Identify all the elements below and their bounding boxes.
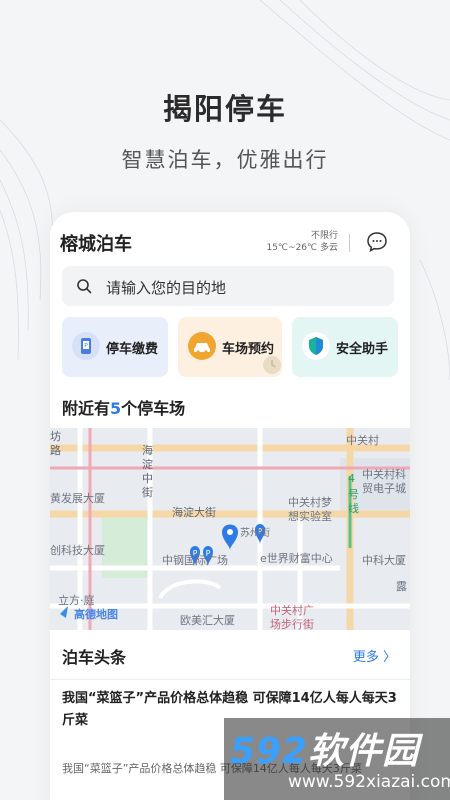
- map-label: 创科技大厦: [50, 544, 105, 557]
- divider: [349, 234, 350, 252]
- hero-banner: 揭阳停车 智慧泊车，优雅出行: [0, 0, 450, 210]
- watermark-logo-number: 592: [230, 731, 309, 772]
- map-base: P P P: [50, 428, 410, 630]
- map-label: 想实验室: [288, 510, 332, 523]
- parking-map[interactable]: P P P 坊 路 海 淀 中 街 中关村 中关村科 贸电子城 黄发展大厦 4: [50, 428, 410, 630]
- hero-title: 揭阳停车: [162, 92, 287, 126]
- watermark-logo: 592软件园: [230, 722, 419, 774]
- safety-assistant-button[interactable]: 安全助手: [292, 317, 398, 377]
- clock-icon: [263, 356, 281, 374]
- more-news-link[interactable]: 更多 〉: [353, 646, 396, 665]
- watermark-logo-text: 软件园: [308, 731, 420, 772]
- chat-bubble-icon[interactable]: [366, 231, 388, 253]
- temperature-text: 15℃~26℃ 多云: [266, 243, 338, 253]
- nearby-count: 5: [110, 399, 122, 418]
- watermark-url: www.592xiazai.com: [288, 772, 450, 792]
- map-label: 贸电子城: [362, 482, 406, 495]
- nearby-parking-heading: 附近有5个停车场: [62, 395, 185, 419]
- safety-assistant-label: 安全助手: [336, 342, 389, 357]
- map-label: 苏州街: [240, 528, 270, 539]
- phone-card-icon: P: [72, 332, 100, 360]
- parking-payment-button[interactable]: P 停车缴费: [62, 317, 168, 377]
- map-label: 街: [142, 486, 153, 499]
- map-label: 欧美汇大厦: [180, 614, 235, 627]
- map-label: 线: [348, 502, 359, 515]
- search-icon: [76, 278, 92, 294]
- news-header: 泊车头条 更多 〉: [50, 630, 410, 680]
- map-label: 中科大厦: [362, 554, 406, 567]
- parking-reservation-button[interactable]: 车场预约: [178, 317, 282, 377]
- search-input[interactable]: 请输入您的目的地: [62, 266, 394, 306]
- top-bar: 榕城泊车 不限行 15℃~26℃ 多云: [50, 212, 410, 270]
- search-placeholder: 请输入您的目的地: [106, 279, 227, 297]
- traffic-limit-text: 不限行: [310, 231, 338, 241]
- map-label: 黄发展大厦: [50, 492, 105, 505]
- map-label: 中关村: [346, 434, 379, 447]
- parking-payment-label: 停车缴费: [106, 342, 159, 357]
- app-screen: 榕城泊车 不限行 15℃~26℃ 多云 请输入您的目的地 P 停车缴费 车场预约…: [50, 212, 410, 800]
- watermark: 592软件园 www.592xiazai.com: [224, 718, 450, 800]
- hero-subtitle: 智慧泊车，优雅出行: [121, 148, 329, 172]
- map-label: 场步行街: [270, 618, 314, 630]
- map-label: 海淀大街: [172, 506, 216, 519]
- car-clock-icon: [188, 332, 216, 360]
- app-title: 榕城泊车: [60, 234, 132, 255]
- map-label: e世界财富中心: [260, 552, 333, 565]
- map-label: 露: [396, 580, 407, 593]
- shield-icon: [302, 332, 330, 360]
- nearby-suffix: 个停车场: [121, 399, 186, 418]
- map-label: 4: [348, 472, 355, 485]
- nearby-prefix: 附近有: [62, 399, 111, 418]
- map-label: 路: [50, 444, 61, 457]
- svg-text:P: P: [84, 343, 88, 350]
- map-label: 中钢国际广场: [162, 554, 228, 567]
- amap-logo: 高德地图: [74, 608, 118, 621]
- weather-widget[interactable]: 不限行 15℃~26℃ 多云: [266, 230, 338, 254]
- news-section-title: 泊车头条: [62, 648, 127, 667]
